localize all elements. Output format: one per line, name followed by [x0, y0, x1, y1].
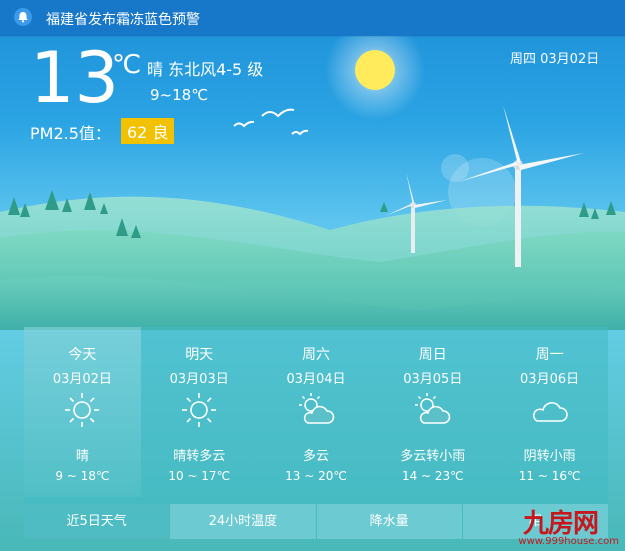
day-date: 03月03日 [169, 372, 229, 387]
forecast-day[interactable]: 周日 03月05日 多云转小雨 14 ~ 23℃ [374, 327, 491, 497]
forecast-day[interactable]: 周六 03月04日 多云 13 ~ 20℃ [258, 327, 375, 497]
partly-cloudy-icon [298, 393, 334, 424]
pm25-badge: 62 良 [121, 118, 175, 144]
weather-widget: 福建省发布霜冻蓝色预警 13 ℃ 晴 东北风4-5 级 9~18℃ PM2.5值… [0, 0, 625, 551]
tab-24h-temperature[interactable]: 24小时温度 [170, 504, 316, 539]
day-name: 周日 [418, 347, 447, 363]
tab-5day-weather[interactable]: 近5日天气 [24, 504, 170, 539]
forecast-day[interactable]: 明天 03月03日 晴转多云 10 ~ 17℃ [141, 327, 258, 497]
day-name: 周六 [301, 347, 330, 363]
day-temperature: 13 ~ 20℃ [285, 469, 347, 483]
current-date: 周四 03月02日 [510, 52, 600, 67]
day-date: 03月05日 [403, 372, 463, 387]
day-name: 今天 [68, 347, 97, 363]
tab-precipitation[interactable]: 降水量 [316, 504, 462, 539]
watermark-url: www.999house.com [518, 536, 619, 547]
cloudy-icon [533, 402, 568, 422]
day-date: 03月06日 [520, 372, 580, 387]
day-temperature: 9 ~ 18℃ [55, 469, 110, 483]
day-weather: 晴 [75, 449, 89, 464]
day-temperature: 10 ~ 17℃ [168, 469, 231, 483]
watermark: 九房网 www.999house.com [518, 503, 619, 547]
day-weather: 多云 [302, 449, 329, 464]
forecast-day[interactable]: 周一 03月06日 阴转小雨 11 ~ 16℃ [491, 327, 608, 497]
forecast-list: 今天 03月02日 晴 9 ~ 18℃ 明天 03月03日 晴转多云 10 ~ … [24, 327, 608, 497]
day-weather: 晴转多云 [173, 449, 226, 464]
current-condition: 晴 东北风4-5 级 [147, 60, 264, 79]
alert-bar[interactable]: 福建省发布霜冻蓝色预警 [0, 0, 625, 36]
bottom-tabs: 近5日天气 24小时温度 降水量 相 [24, 504, 608, 539]
forecast-day[interactable]: 今天 03月02日 晴 9 ~ 18℃ [24, 327, 141, 497]
day-name: 明天 [185, 347, 214, 363]
day-name: 周一 [535, 347, 564, 363]
pm25-label: PM2.5值： [30, 124, 111, 143]
current-temperature: 13 [30, 37, 120, 119]
sunny-icon [181, 393, 216, 427]
bell-icon [14, 8, 32, 26]
temperature-unit: ℃ [112, 50, 142, 80]
alert-text[interactable]: 福建省发布霜冻蓝色预警 [46, 9, 200, 29]
day-date: 03月04日 [286, 372, 346, 387]
partly-cloudy-icon [415, 393, 451, 424]
day-temperature: 14 ~ 23℃ [401, 469, 464, 483]
watermark-logo: 九房网 [523, 509, 599, 539]
day-weather: 多云转小雨 [400, 449, 466, 464]
day-weather: 阴转小雨 [523, 449, 576, 464]
birds-icon [233, 108, 309, 136]
day-date: 03月02日 [52, 372, 112, 387]
day-temperature: 11 ~ 16℃ [518, 469, 581, 483]
sunny-icon [65, 393, 99, 427]
temperature-range: 9~18℃ [150, 86, 209, 104]
